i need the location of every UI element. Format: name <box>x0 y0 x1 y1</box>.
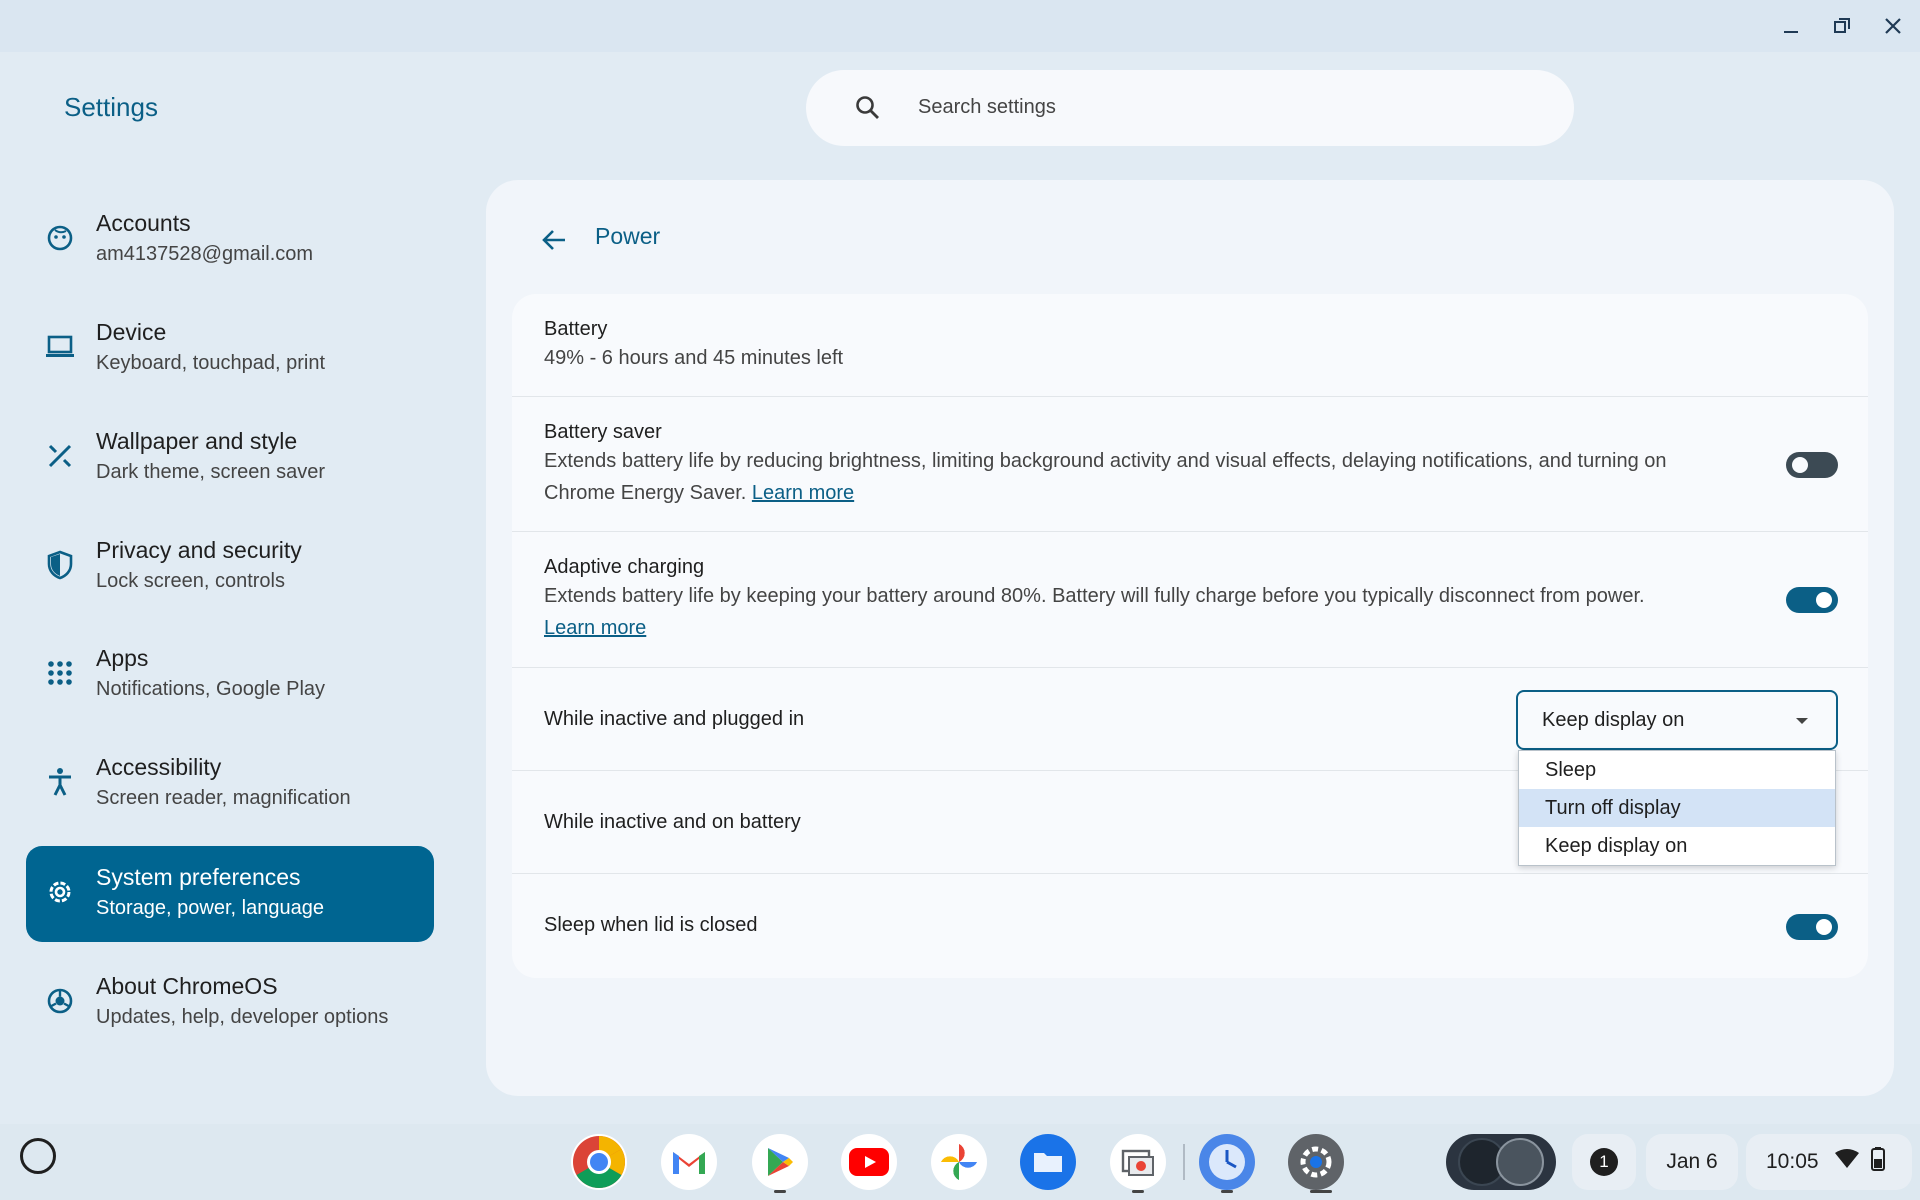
battery-saver-desc-line2: Chrome Energy Saver. <box>544 482 747 504</box>
chevron-down-icon <box>1796 718 1808 724</box>
sleep-lid-toggle[interactable] <box>1786 914 1838 940</box>
sidebar-item-title: Apps <box>96 645 149 671</box>
battery-label: Battery <box>544 318 608 340</box>
adaptive-charging-label: Adaptive charging <box>544 556 705 578</box>
sidebar-item-privacy[interactable]: Privacy and security Lock screen, contro… <box>26 519 434 615</box>
running-indicator <box>1132 1190 1144 1193</box>
adaptive-charging-learn-more-link[interactable]: Learn more <box>544 617 646 639</box>
close-icon[interactable] <box>1875 10 1911 42</box>
battery-status: 49% - 6 hours and 45 minutes left <box>544 347 844 369</box>
running-indicator <box>1310 1190 1332 1193</box>
paint-brush-icon <box>44 440 76 472</box>
sidebar-item-subtitle: am4137528@gmail.com <box>96 243 314 265</box>
search-icon <box>854 94 882 122</box>
sidebar-item-subtitle: Keyboard, touchpad, print <box>96 352 326 374</box>
title-bar <box>0 0 1920 52</box>
adaptive-charging-desc-text: Extends battery life by keeping your bat… <box>544 585 1645 607</box>
chromeos-icon <box>44 985 76 1017</box>
battery-saver-desc-line1: Extends battery life by reducing brightn… <box>544 450 1667 472</box>
screen-capture-icon[interactable] <box>1110 1134 1166 1190</box>
power-settings-card: Battery 49% - 6 hours and 45 minutes lef… <box>512 294 1868 978</box>
youtube-icon[interactable] <box>841 1134 897 1190</box>
notification-counter[interactable]: 1 <box>1572 1134 1636 1190</box>
lid-row: Sleep when lid is closed <box>512 874 1868 978</box>
holding-space-thumbnails[interactable] <box>1446 1134 1556 1190</box>
sidebar-item-subtitle: Updates, help, developer options <box>96 1006 389 1028</box>
sidebar-item-title: System preferences <box>96 864 301 890</box>
minimize-icon[interactable] <box>1773 10 1809 42</box>
dropdown-option-keep-display-on[interactable]: Keep display on <box>1519 827 1835 865</box>
app-title: Settings <box>64 92 158 122</box>
gear-icon <box>44 876 76 908</box>
sidebar-item-wallpaper[interactable]: Wallpaper and style Dark theme, screen s… <box>26 410 434 506</box>
sidebar-item-title: Device <box>96 319 167 345</box>
battery-saver-label: Battery saver <box>544 421 662 443</box>
sidebar-item-accessibility[interactable]: Accessibility Screen reader, magnificati… <box>26 736 434 832</box>
play-store-icon[interactable] <box>752 1134 808 1190</box>
photos-icon[interactable] <box>931 1134 987 1190</box>
account-face-icon <box>44 222 76 254</box>
on-battery-label: While inactive and on battery <box>544 811 801 833</box>
accessibility-icon <box>44 766 76 798</box>
sidebar-item-title: Wallpaper and style <box>96 428 298 454</box>
page-title: Power <box>595 223 661 249</box>
wifi-icon <box>1834 1149 1859 1175</box>
sidebar-item-system-preferences[interactable]: System preferences Storage, power, langu… <box>26 846 434 942</box>
sidebar-item-title: Accessibility <box>96 754 222 780</box>
battery-row: Battery 49% - 6 hours and 45 minutes lef… <box>512 294 1868 397</box>
search-input[interactable]: Search settings <box>918 96 1056 119</box>
sidebar-item-apps[interactable]: Apps Notifications, Google Play <box>26 627 434 723</box>
lid-label: Sleep when lid is closed <box>544 914 758 936</box>
settings-gear-icon[interactable] <box>1288 1134 1344 1190</box>
sidebar-item-subtitle: Dark theme, screen saver <box>96 461 325 483</box>
sidebar-item-title: About ChromeOS <box>96 973 278 999</box>
sidebar-item-title: Accounts <box>96 210 191 236</box>
clock-time: 10:05 <box>1766 1150 1819 1173</box>
plugged-in-select[interactable]: Keep display on <box>1516 690 1838 750</box>
date-tray[interactable]: Jan 6 <box>1646 1134 1738 1190</box>
status-tray[interactable]: 10:05 <box>1746 1134 1912 1190</box>
sidebar-item-subtitle: Lock screen, controls <box>96 570 285 592</box>
adaptive-charging-description: Extends battery life by keeping your bat… <box>544 580 1764 644</box>
plugged-in-label: While inactive and plugged in <box>544 708 805 730</box>
sidebar-item-accounts[interactable]: Accounts am4137528@gmail.com <box>26 192 434 288</box>
chrome-icon[interactable] <box>571 1134 627 1190</box>
back-arrow-icon[interactable] <box>536 222 572 258</box>
dropdown-option-turn-off-display[interactable]: Turn off display <box>1519 789 1835 827</box>
sidebar-item-about-chromeos[interactable]: About ChromeOS Updates, help, developer … <box>26 955 434 1051</box>
clock-icon[interactable] <box>1199 1134 1255 1190</box>
shelf-divider <box>1183 1144 1185 1180</box>
toggle-knob <box>1816 919 1832 935</box>
sidebar-item-device[interactable]: Device Keyboard, touchpad, print <box>26 301 434 397</box>
toggle-knob <box>1792 457 1808 473</box>
files-icon[interactable] <box>1020 1134 1076 1190</box>
search-box[interactable]: Search settings <box>806 70 1574 146</box>
toggle-knob <box>1816 592 1832 608</box>
battery-icon <box>1870 1147 1885 1177</box>
running-indicator <box>1221 1190 1233 1193</box>
laptop-icon <box>44 331 76 363</box>
shelf: 1 Jan 6 10:05 <box>0 1124 1920 1200</box>
restore-icon[interactable] <box>1824 10 1860 42</box>
select-value: Keep display on <box>1542 709 1685 731</box>
battery-saver-learn-more-link[interactable]: Learn more <box>752 482 854 504</box>
battery-saver-row: Battery saver Extends battery life by re… <box>512 397 1868 532</box>
shield-icon <box>44 549 76 581</box>
notification-count-badge: 1 <box>1590 1148 1618 1176</box>
gmail-icon[interactable] <box>661 1134 717 1190</box>
sidebar-item-title: Privacy and security <box>96 537 302 563</box>
battery-saver-toggle[interactable] <box>1786 452 1838 478</box>
dropdown-option-sleep[interactable]: Sleep <box>1519 751 1835 789</box>
sidebar-item-subtitle: Notifications, Google Play <box>96 678 326 700</box>
adaptive-charging-row: Adaptive charging Extends battery life b… <box>512 532 1868 668</box>
launcher-button[interactable] <box>20 1138 56 1174</box>
sidebar-item-subtitle: Screen reader, magnification <box>96 787 351 809</box>
apps-grid-icon <box>44 657 76 689</box>
adaptive-charging-toggle[interactable] <box>1786 587 1838 613</box>
running-indicator <box>774 1190 786 1193</box>
plugged-in-dropdown-menu: Sleep Turn off display Keep display on <box>1518 750 1836 866</box>
sidebar-item-subtitle: Storage, power, language <box>96 897 324 919</box>
battery-saver-description: Extends battery life by reducing brightn… <box>544 445 1764 509</box>
